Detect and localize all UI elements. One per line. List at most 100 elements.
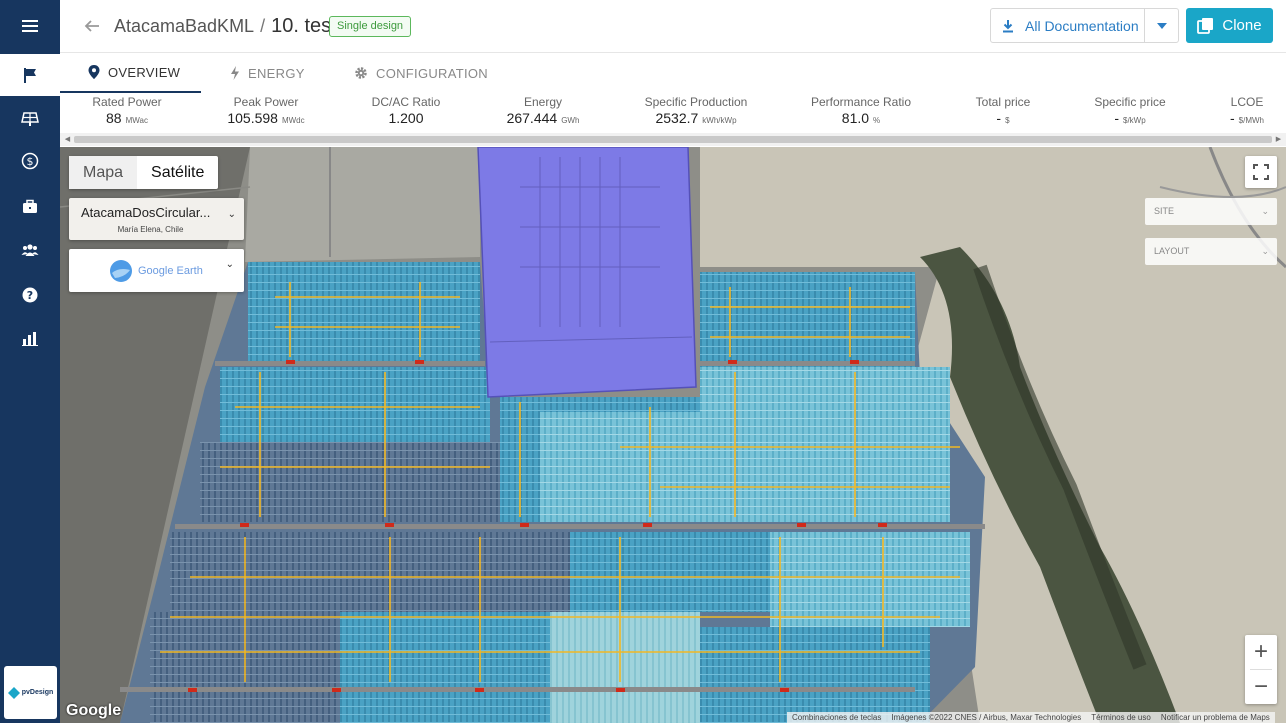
layout-select-placeholder: LAYOUT	[1154, 246, 1190, 256]
kpi-value: -	[1229, 110, 1235, 126]
kpi-lcoe: LCOE - $/MWh	[1230, 95, 1264, 126]
back-arrow-icon[interactable]	[82, 16, 102, 36]
sidebar-item-finance[interactable]: $	[0, 140, 60, 182]
kpi-value: 2532.7	[655, 110, 699, 126]
fullscreen-icon	[1253, 164, 1269, 180]
kpi-unit: $/MWh	[1238, 116, 1265, 125]
menu-button[interactable]	[0, 5, 60, 47]
kpi-value: 1.200	[388, 110, 424, 126]
kpi-bar: Rated Power 88 MWac Peak Power 105.598 MWd…	[60, 93, 1286, 133]
location-pin-icon	[88, 65, 100, 79]
kpi-label: Peak Power	[233, 95, 299, 109]
sidebar-item-team[interactable]	[0, 229, 60, 271]
terms-link[interactable]: Términos de uso	[1086, 712, 1156, 723]
tab-energy-label: ENERGY	[248, 65, 305, 81]
kpi-label: Performance Ratio	[810, 95, 912, 109]
keyboard-shortcuts-link[interactable]: Combinaciones de teclas	[787, 712, 886, 723]
kpi-value: -	[1114, 110, 1119, 126]
zoom-controls: + −	[1245, 635, 1277, 704]
documentation-button-group: All Documentation	[990, 8, 1179, 43]
kpi-label: Energy	[523, 95, 563, 109]
kpi-rated-power: Rated Power 88 MWac	[92, 95, 161, 126]
sidebar-item-help[interactable]: ?	[0, 274, 60, 316]
kpi-unit: %	[873, 116, 881, 125]
breadcrumb: AtacamaBadKML /10. test	[114, 15, 337, 38]
solar-panel-icon	[21, 112, 39, 126]
satellite-map[interactable]: Mapa Satélite AtacamaDosCircular... Marí…	[60, 147, 1286, 723]
clone-button[interactable]: Clone	[1186, 8, 1273, 43]
design-type-badge: Single design	[329, 16, 412, 37]
svg-text:$: $	[27, 155, 34, 168]
kpi-value: 105.598	[227, 110, 278, 126]
kpi-value: 88	[106, 110, 122, 126]
scrollbar-thumb[interactable]	[74, 136, 1272, 143]
report-problem-link[interactable]: Notificar un problema de Maps	[1156, 712, 1275, 723]
sidebar-item-solar[interactable]	[0, 98, 60, 140]
chevron-down-icon: ⌄	[1261, 206, 1269, 216]
kpi-total-price: Total price - $	[976, 95, 1031, 126]
google-earth-selector[interactable]: Google Earth ⌄	[69, 249, 244, 292]
kpi-unit: MWac	[125, 116, 148, 125]
kpi-label: LCOE	[1230, 95, 1264, 109]
gear-icon	[355, 67, 367, 79]
page-title: 10. test	[271, 15, 337, 37]
svg-text:?: ?	[27, 289, 33, 302]
kpi-label: Total price	[975, 95, 1031, 109]
layout-select[interactable]: LAYOUT ⌄	[1145, 238, 1277, 265]
tab-configuration-label: CONFIGURATION	[376, 65, 488, 81]
bolt-icon	[231, 66, 239, 80]
fullscreen-button[interactable]	[1245, 156, 1277, 188]
imagery-credit: Imágenes ©2022 CNES / Airbus, Maxar Tech…	[891, 713, 1082, 722]
kpi-scrollbar[interactable]: ◀ ▶	[60, 133, 1286, 146]
kpi-energy: Energy 267.444 GWh	[507, 95, 580, 126]
tab-configuration[interactable]: CONFIGURATION	[354, 53, 488, 93]
header: AtacamaBadKML /10. test Single design All…	[60, 0, 1286, 53]
scroll-left-arrow-icon[interactable]: ◀	[63, 135, 72, 144]
clone-label: Clone	[1222, 17, 1262, 34]
kpi-value: -	[996, 110, 1002, 126]
logo-mark-icon	[7, 686, 20, 699]
tab-overview[interactable]: OVERVIEW	[60, 53, 201, 93]
kpi-value: 81.0	[841, 110, 870, 126]
kpi-label: Specific Production	[644, 95, 748, 109]
logo-text: pvDesign	[21, 689, 54, 696]
kpi-dc-ac-ratio: DC/AC Ratio 1.200	[372, 95, 441, 126]
location-selector[interactable]: AtacamaDosCircular... María Elena, Chile…	[69, 198, 244, 240]
kpi-value: 267.444	[506, 110, 558, 126]
kpi-unit: MWdc	[281, 116, 305, 125]
pvdesign-logo[interactable]: pvDesign	[4, 666, 57, 719]
location-name: AtacamaDosCircular...	[81, 205, 211, 220]
tab-energy[interactable]: ENERGY	[230, 53, 305, 93]
kpi-unit: $/kWp	[1123, 116, 1146, 125]
breadcrumb-project[interactable]: AtacamaBadKML	[114, 16, 254, 36]
chevron-down-icon: ⌄	[1261, 246, 1269, 256]
location-subtitle: María Elena, Chile	[117, 225, 184, 234]
google-earth-logo: Google Earth	[109, 259, 203, 283]
kpi-specific-production: Specific Production 2532.7 kWh/kWp	[645, 95, 748, 126]
map-type-satellite-button[interactable]: Satélite	[137, 156, 218, 189]
all-documentation-button[interactable]: All Documentation	[991, 9, 1144, 42]
documentation-dropdown-toggle[interactable]	[1144, 9, 1178, 42]
menu-icon	[22, 20, 38, 32]
help-icon: ?	[22, 287, 38, 303]
kpi-label: Specific price	[1094, 95, 1166, 109]
tab-bar: OVERVIEW ENERGY CONFIGURATION	[60, 53, 1286, 93]
map-type-map-button[interactable]: Mapa	[69, 156, 138, 189]
sidebar-item-projects[interactable]	[0, 186, 60, 228]
scroll-right-arrow-icon[interactable]: ▶	[1274, 135, 1283, 144]
map-type-toggle: Mapa Satélite	[69, 156, 219, 189]
site-select[interactable]: SITE ⌄	[1145, 198, 1277, 225]
flag-icon	[24, 68, 36, 83]
zoom-in-button[interactable]: +	[1245, 635, 1277, 669]
kpi-performance-ratio: Performance Ratio 81.0%	[811, 95, 911, 126]
kpi-specific-price: Specific price - $/kWp	[1094, 95, 1165, 126]
google-logo: Google	[66, 702, 122, 719]
sidebar-item-overview[interactable]	[0, 54, 60, 96]
zoom-out-button[interactable]: −	[1245, 670, 1277, 704]
bar-chart-icon	[22, 332, 38, 346]
caret-down-icon	[1156, 22, 1167, 29]
kpi-peak-power: Peak Power 105.598 MWdc	[227, 95, 304, 126]
kpi-unit: GWh	[561, 116, 580, 125]
kpi-label: Rated Power	[92, 95, 162, 109]
sidebar-item-analytics[interactable]	[0, 317, 60, 359]
